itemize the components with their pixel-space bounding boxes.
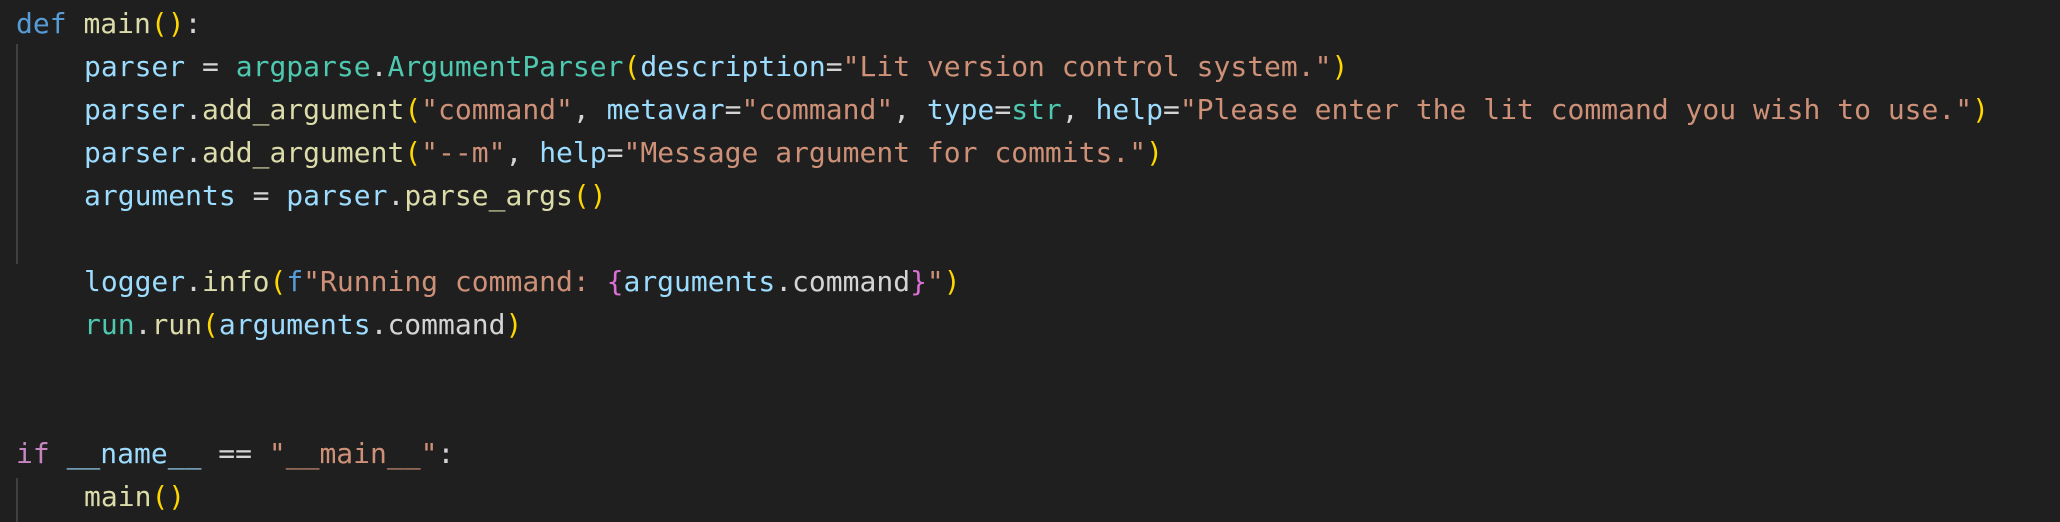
code-token: main	[83, 7, 151, 40]
code-token: ()	[572, 179, 607, 212]
code-token: ,	[1061, 93, 1096, 126]
code-token: add_argument	[202, 136, 405, 169]
code-line-text: logger.info(f"Running command: {argument…	[84, 260, 961, 303]
code-token: "command"	[421, 93, 573, 126]
code-token: (	[623, 50, 641, 83]
code-token: ,	[893, 93, 927, 126]
code-token: f	[286, 265, 304, 298]
code-line-text: parser.add_argument("command", metavar="…	[84, 88, 1989, 131]
code-line-text: main()	[84, 475, 185, 518]
code-token: .	[370, 308, 388, 341]
code-token: parser	[286, 179, 388, 212]
code-line-text: run.run(arguments.command)	[84, 303, 522, 346]
code-token: ArgumentParser	[387, 50, 624, 83]
code-token: metavar	[606, 93, 725, 126]
code-token: arguments	[218, 308, 371, 341]
code-token: .	[185, 93, 203, 126]
code-token: run	[84, 308, 135, 341]
code-token: (	[404, 93, 422, 126]
indent-guide	[16, 44, 18, 264]
code-token: .	[370, 50, 388, 83]
code-token: "__main__"	[268, 437, 438, 470]
indent-guide	[16, 478, 18, 522]
code-token: parser	[84, 136, 186, 169]
code-token: main	[84, 480, 152, 513]
code-token: .	[134, 308, 152, 341]
code-token: logger	[84, 265, 186, 298]
code-token: str	[1011, 93, 1062, 126]
code-line-text: if __name__ == "__main__":	[16, 432, 454, 475]
code-token: }	[910, 265, 927, 298]
code-token: help	[1095, 93, 1163, 126]
code-token: help	[539, 136, 607, 169]
code-token: )	[943, 265, 961, 298]
code-token: "Please enter the lit command you wish t…	[1179, 93, 1973, 126]
code-token: if	[16, 437, 50, 470]
code-token: info	[202, 265, 270, 298]
code-token: command	[792, 265, 911, 298]
code-line-text: arguments = parser.parse_args()	[84, 174, 607, 217]
code-token: )	[1146, 136, 1163, 169]
code-token: add_argument	[202, 93, 405, 126]
code-token: ==	[201, 437, 269, 470]
code-token: __name__	[66, 437, 202, 470]
code-token: "--m"	[421, 136, 506, 169]
code-line-text: parser = argparse.ArgumentParser(descrip…	[84, 45, 1348, 88]
code-token: ()	[150, 7, 185, 40]
code-token: =	[825, 50, 843, 83]
code-token: .	[185, 265, 203, 298]
code-token: )	[1972, 93, 1989, 126]
code-token: "	[926, 265, 944, 298]
code-token: parser	[84, 93, 186, 126]
code-token: .	[185, 136, 203, 169]
code-token: arguments	[84, 179, 236, 212]
code-token: run	[151, 308, 203, 341]
code-line-text: parser.add_argument("--m", help="Message…	[84, 131, 1163, 174]
code-token: =	[606, 136, 624, 169]
code-token: (	[202, 308, 219, 341]
code-token: arguments	[623, 265, 776, 298]
code-token: "Running command:	[303, 265, 607, 298]
code-token: "Lit version control system."	[842, 50, 1332, 83]
code-token: .	[775, 265, 793, 298]
code-token: parser	[84, 50, 186, 83]
code-token: command	[387, 308, 506, 341]
code-token: "Message argument for commits."	[623, 136, 1147, 169]
code-token: def	[16, 7, 67, 40]
code-token: :	[184, 7, 202, 40]
code-token: parse_args	[404, 179, 573, 212]
code-token: )	[505, 308, 523, 341]
code-token: {	[606, 265, 624, 298]
code-token: )	[1331, 50, 1349, 83]
code-token: :	[437, 437, 455, 470]
code-token: description	[640, 50, 826, 83]
code-token: =	[1162, 93, 1180, 126]
code-token: (	[269, 265, 287, 298]
code-line-text: def main():	[16, 2, 201, 45]
code-token: ,	[505, 136, 540, 169]
code-token: =	[724, 93, 742, 126]
code-token: (	[404, 136, 422, 169]
code-token: ()	[151, 480, 186, 513]
code-token: "command"	[741, 93, 894, 126]
code-token: =	[994, 93, 1012, 126]
code-token: =	[185, 50, 236, 83]
code-token: ,	[572, 93, 607, 126]
code-token: =	[235, 179, 287, 212]
code-editor[interactable]: def main(): parser = argparse.ArgumentPar…	[0, 0, 2060, 522]
code-token: type	[926, 93, 995, 126]
code-token: .	[387, 179, 405, 212]
code-token: argparse	[235, 50, 371, 83]
